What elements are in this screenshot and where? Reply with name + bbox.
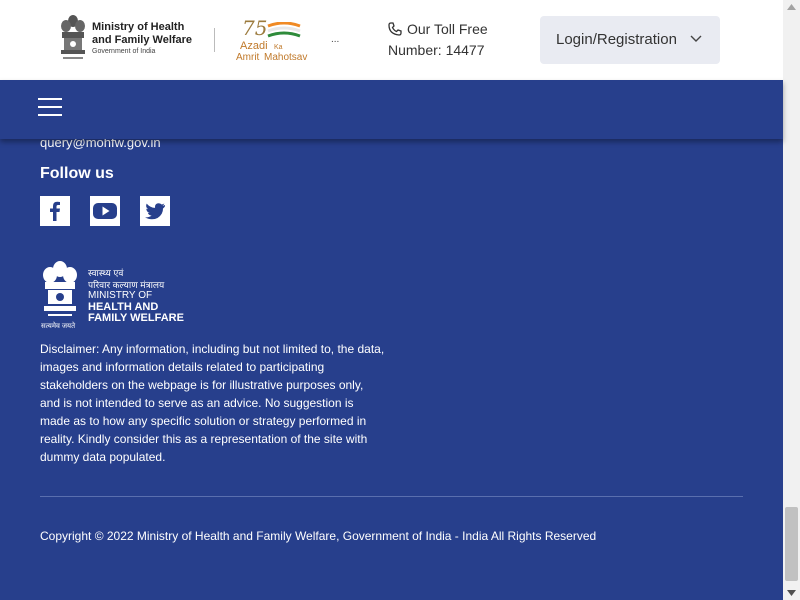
flag-icon bbox=[267, 22, 301, 38]
twitter-link[interactable] bbox=[140, 196, 170, 226]
logo-english-line3: FAMILY WELFARE bbox=[88, 312, 184, 324]
toll-free-label: Our Toll Free bbox=[407, 21, 488, 37]
login-registration-label: Login/Registration bbox=[556, 31, 677, 48]
facebook-link[interactable] bbox=[40, 196, 70, 226]
copyright-text: Copyright © 2022 Ministry of Health and … bbox=[40, 529, 597, 543]
login-registration-button[interactable]: Login/Registration bbox=[540, 16, 720, 64]
follow-us-heading: Follow us bbox=[40, 165, 114, 182]
footer-divider bbox=[40, 496, 743, 497]
phone-icon bbox=[388, 22, 402, 36]
scroll-down-arrow-icon[interactable] bbox=[787, 590, 796, 596]
azadi-ka-amrit-mahotsav-logo: 75 Azadi Ka Amrit Mahotsav bbox=[236, 16, 308, 63]
chevron-down-icon bbox=[690, 35, 702, 42]
scroll-up-arrow-icon[interactable] bbox=[787, 4, 796, 10]
twitter-icon bbox=[145, 203, 165, 220]
national-emblem-icon bbox=[61, 15, 85, 59]
ministry-subtitle: Government of India bbox=[92, 48, 156, 55]
ministry-title: Ministry of Health and Family Welfare bbox=[92, 21, 193, 46]
disclaimer-text: Disclaimer: Any information, including b… bbox=[40, 342, 385, 464]
youtube-link[interactable] bbox=[90, 196, 120, 226]
vertical-scrollbar[interactable] bbox=[783, 0, 800, 600]
nav-bar bbox=[0, 80, 783, 139]
logo-english-line1: MINISTRY OF bbox=[88, 290, 153, 301]
top-header: Ministry of Health and Family Welfare Go… bbox=[0, 0, 783, 80]
header-divider bbox=[214, 28, 215, 52]
toll-free-number: Number: 14477 bbox=[388, 42, 485, 58]
scrollbar-thumb[interactable] bbox=[785, 507, 798, 581]
emblem-motto: सत्यमेव जयते bbox=[41, 323, 76, 330]
facebook-icon bbox=[50, 201, 60, 221]
hamburger-menu-icon[interactable] bbox=[38, 96, 62, 118]
ministry-emblem-icon bbox=[43, 261, 77, 316]
youtube-icon bbox=[93, 203, 117, 219]
overflow-indicator: ... bbox=[331, 34, 340, 45]
